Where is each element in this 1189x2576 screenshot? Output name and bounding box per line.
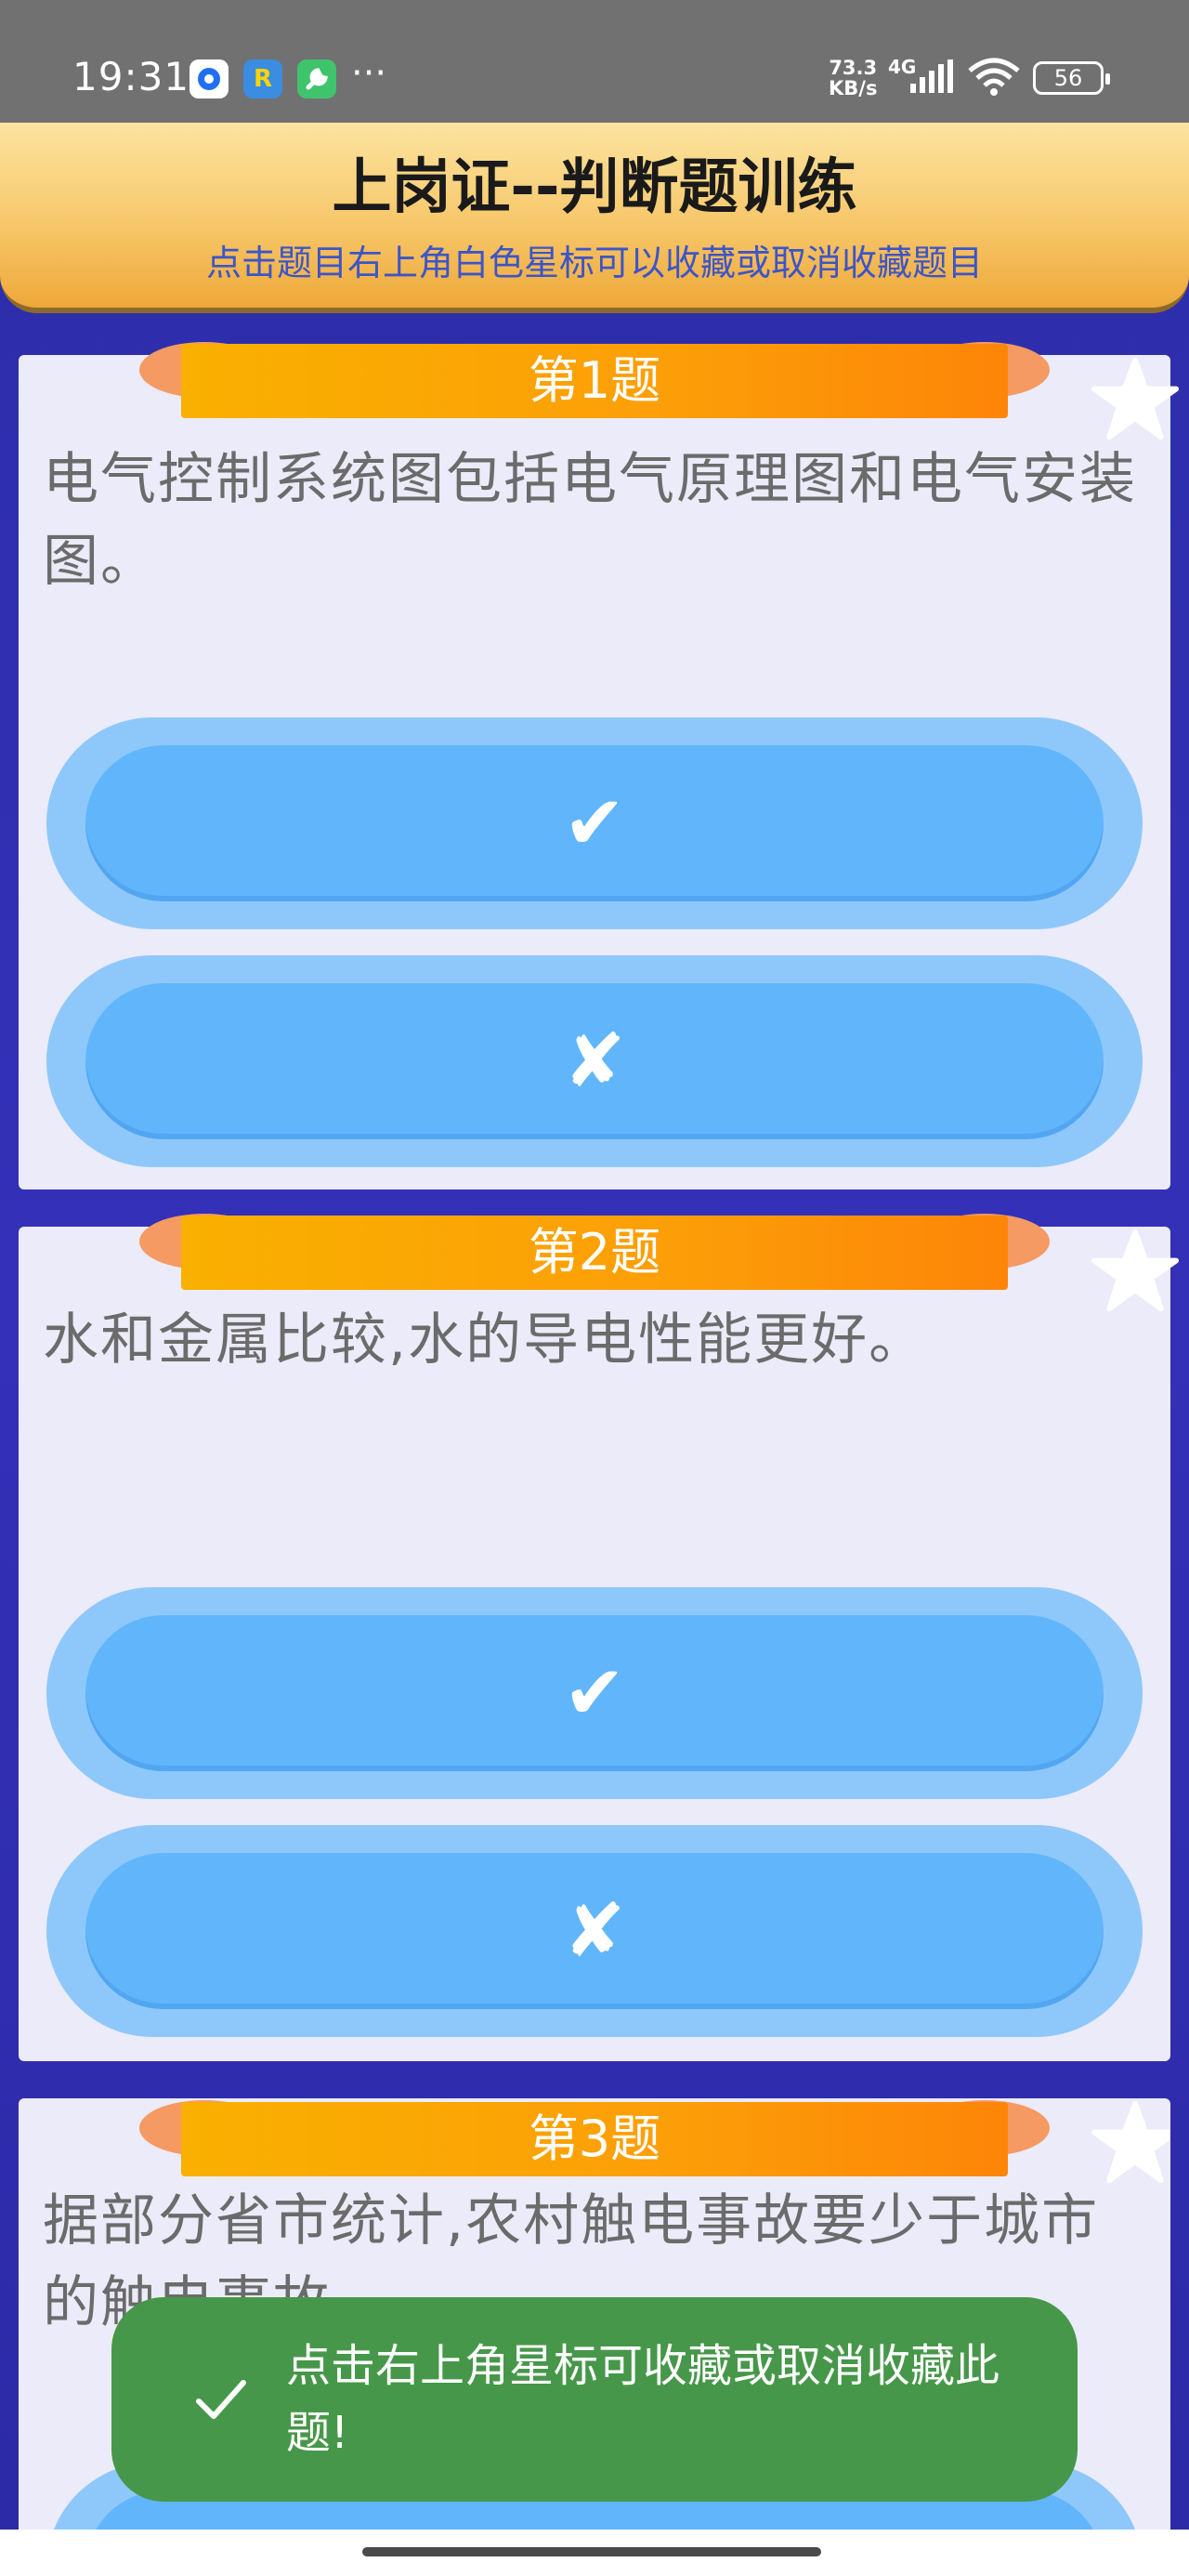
check-icon bbox=[196, 2380, 246, 2419]
answer-true-button[interactable]: ✔ bbox=[46, 1587, 1143, 1799]
page-subtitle: 点击题目右上角白色星标可以收藏或取消收藏题目 bbox=[205, 243, 983, 283]
question-text: 电气控制系统图包括电气原理图和电气安装图。 bbox=[43, 447, 1137, 594]
status-bar: 19:31 R ··· 73.3 KB/s 4G 56 bbox=[0, 0, 1189, 123]
battery-indicator: 56 bbox=[1033, 61, 1110, 95]
favorite-star-icon[interactable] bbox=[1091, 2098, 1170, 2188]
network-speed-unit: KB/s bbox=[829, 77, 878, 99]
question-number: 第3题 bbox=[181, 2102, 1008, 2176]
cross-icon: ✘ bbox=[85, 1853, 1104, 2009]
r-app-icon: R bbox=[243, 59, 282, 99]
toast-message: 点击右上角星标可收藏或取消收藏此题! bbox=[286, 2340, 1000, 2459]
question-text: 水和金属比较,水的导电性能更好。 bbox=[43, 1308, 927, 1373]
question-card: 第1题 电气控制系统图包括电气原理图和电气安装图。 ✔ ✘ bbox=[19, 342, 1180, 1189]
more-notifications-icon: ··· bbox=[351, 52, 387, 95]
cross-icon: ✘ bbox=[85, 983, 1104, 1139]
answer-true-button[interactable]: ✔ bbox=[46, 717, 1143, 929]
question-number: 第2题 bbox=[181, 1216, 1008, 1290]
check-icon: ✔ bbox=[85, 1615, 1104, 1771]
circle-app-icon bbox=[189, 59, 229, 99]
network-speed-value: 73.3 bbox=[829, 57, 878, 79]
answer-false-button[interactable]: ✘ bbox=[46, 955, 1143, 1167]
question-card: 第2题 水和金属比较,水的导电性能更好。 ✔ ✘ bbox=[19, 1214, 1180, 2061]
page-title: 上岗证--判断题训练 bbox=[332, 153, 857, 222]
check-icon: ✔ bbox=[85, 745, 1104, 901]
page-header: 上岗证--判断题训练 点击题目右上角白色星标可以收藏或取消收藏题目 bbox=[0, 123, 1189, 313]
wrench-app-icon bbox=[297, 59, 336, 99]
answer-false-button[interactable]: ✘ bbox=[46, 1825, 1143, 2037]
question-number: 第1题 bbox=[181, 344, 1008, 418]
status-time: 19:31 bbox=[72, 54, 190, 99]
wifi-icon bbox=[966, 58, 1022, 100]
network-speed: 73.3 KB/s bbox=[829, 58, 877, 99]
favorite-star-icon[interactable] bbox=[1091, 355, 1180, 444]
home-indicator[interactable] bbox=[362, 2547, 821, 2556]
toast-notification: 点击右上角星标可收藏或取消收藏此题! bbox=[111, 2297, 1078, 2502]
signal-icon bbox=[908, 59, 955, 97]
